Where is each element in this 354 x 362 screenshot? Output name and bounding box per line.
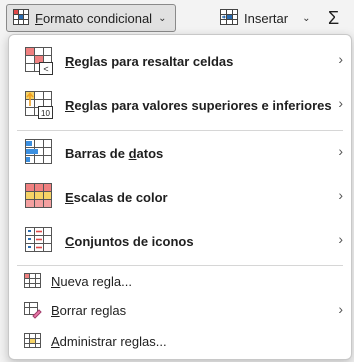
chevron-down-icon: ⌄ [158, 12, 167, 24]
color-scales-icon [23, 180, 57, 214]
data-bars-icon [23, 136, 57, 170]
menu-item-color-scales[interactable]: Escalas de color › [9, 175, 351, 219]
svg-text:10: 10 [41, 109, 50, 118]
sigma-icon: Σ [328, 7, 340, 28]
menu-item-label: Conjuntos de iconos [65, 234, 194, 249]
menu-item-manage-rules[interactable]: Administrar reglas... [9, 327, 351, 355]
menu-item-top-bottom-rules[interactable]: 10 Reglas para valores superiores e infe… [9, 83, 351, 127]
conditional-format-icon [13, 8, 29, 28]
menu-item-label: Administrar reglas... [51, 334, 167, 349]
manage-rules-icon [24, 332, 42, 350]
conditional-format-label: Formato condicional [35, 10, 153, 26]
chevron-right-icon: › [338, 301, 343, 317]
menu-item-label: Borrar reglas [51, 303, 127, 318]
conditional-format-button[interactable]: Formato condicional ⌄ [6, 4, 176, 32]
menu-item-clear-rules[interactable]: Borrar reglas › [9, 296, 351, 324]
new-rule-icon [24, 272, 42, 290]
chevron-right-icon: › [338, 187, 343, 203]
top-bottom-rules-icon: 10 [23, 88, 57, 122]
insert-button[interactable]: Insertar ⌄ [218, 4, 310, 32]
insert-label: Insertar [244, 10, 289, 26]
icon-sets-icon [23, 224, 57, 258]
autosum-button[interactable]: Σ [328, 4, 339, 32]
menu-item-label: Reglas para resaltar celdas [65, 54, 234, 69]
chevron-right-icon: › [338, 51, 343, 67]
chevron-down-icon: ⌄ [302, 12, 311, 24]
svg-text:<: < [43, 64, 48, 74]
menu-item-label: Barras de datos [65, 146, 164, 161]
menu-item-label: Nueva regla... [51, 274, 132, 289]
chevron-right-icon: › [338, 143, 343, 159]
chevron-right-icon: › [338, 231, 343, 247]
highlight-cells-rules-icon: < [23, 44, 57, 78]
menu-item-data-bars[interactable]: Barras de datos › [9, 131, 351, 175]
chevron-right-icon: › [338, 95, 343, 111]
menu-item-label: Reglas para valores superiores e inferio… [65, 98, 332, 113]
ribbon-bar: Formato condicional ⌄ Insertar ⌄ Σ [0, 0, 354, 38]
menu-item-highlight-cells-rules[interactable]: < Reglas para resaltar celdas › [9, 39, 351, 83]
insert-cells-icon [220, 8, 238, 28]
menu-item-new-rule[interactable]: Nueva regla... [9, 267, 351, 295]
menu-item-label: Escalas de color [65, 190, 168, 205]
conditional-format-menu: < Reglas para resaltar celdas › 10 Regla… [8, 34, 352, 360]
clear-rules-icon [24, 301, 42, 319]
menu-separator [17, 265, 343, 266]
menu-item-icon-sets[interactable]: Conjuntos de iconos › [9, 219, 351, 263]
